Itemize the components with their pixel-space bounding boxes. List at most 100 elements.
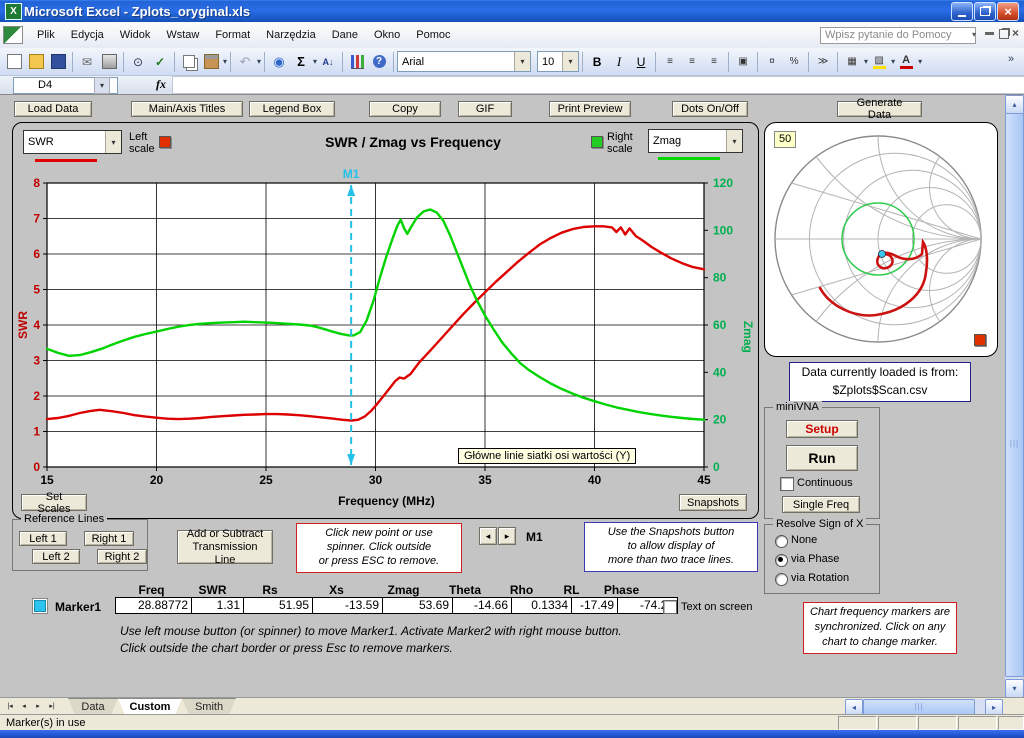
smith-chart[interactable] bbox=[766, 124, 994, 353]
run-button[interactable]: Run bbox=[786, 445, 858, 471]
sheet-tab-smith[interactable]: Smith bbox=[182, 698, 236, 715]
action-button-print-preview[interactable]: Print Preview bbox=[549, 101, 631, 117]
help-dropdown-icon[interactable]: ▾ bbox=[972, 30, 976, 39]
bold-button[interactable]: B bbox=[587, 52, 607, 71]
autosum-icon-dropdown[interactable]: ▾ bbox=[313, 57, 317, 66]
help-question-input[interactable]: Wpisz pytanie do Pomocy bbox=[820, 27, 976, 44]
font-size-dropdown-icon[interactable]: ▾ bbox=[562, 52, 578, 71]
marker-spin-right-button[interactable]: ▸ bbox=[498, 527, 516, 545]
sheet-nav-0[interactable]: |◂ bbox=[3, 699, 17, 713]
formula-input[interactable] bbox=[172, 76, 1024, 94]
borders-button-dropdown[interactable]: ▾ bbox=[864, 57, 868, 66]
borders-button[interactable]: ▦ bbox=[842, 52, 862, 71]
paste-icon[interactable] bbox=[201, 52, 221, 71]
align-right-button[interactable]: ≡ bbox=[704, 52, 724, 71]
percent-button[interactable]: % bbox=[784, 52, 804, 71]
autosum-icon[interactable]: Σ bbox=[291, 52, 311, 71]
smith-marker-dot[interactable] bbox=[879, 251, 886, 258]
font-color-button[interactable]: A bbox=[896, 52, 916, 71]
menu-widok[interactable]: Widok bbox=[112, 25, 159, 45]
reference-left-1-button[interactable]: Left 1 bbox=[19, 531, 67, 546]
marker-spin-left-button[interactable]: ◂ bbox=[479, 527, 497, 545]
reference-right-1-button[interactable]: Right 1 bbox=[84, 531, 134, 546]
smith-chart-panel[interactable]: 50 bbox=[764, 122, 998, 357]
increase-indent-button[interactable]: ≫ bbox=[813, 52, 833, 71]
text-on-screen-checkbox[interactable] bbox=[663, 600, 677, 614]
smith-marker-button[interactable] bbox=[974, 334, 986, 346]
action-button-load-data[interactable]: Load Data bbox=[14, 101, 92, 117]
set-scales-button[interactable]: Set Scales bbox=[21, 494, 87, 511]
align-center-button[interactable]: ≡ bbox=[682, 52, 702, 71]
spellcheck-icon[interactable]: ✓ bbox=[150, 52, 170, 71]
fill-color-button[interactable]: ▨ bbox=[869, 52, 889, 71]
menu-narzdzia[interactable]: Narzędzia bbox=[258, 25, 324, 45]
doc-minimize-icon[interactable] bbox=[985, 32, 994, 35]
menu-format[interactable]: Format bbox=[207, 25, 258, 45]
radio-via-rotation[interactable] bbox=[775, 573, 788, 586]
undo-icon[interactable]: ↶ bbox=[235, 52, 255, 71]
single-freq-button[interactable]: Single Freq bbox=[782, 496, 860, 513]
save-icon[interactable] bbox=[48, 52, 68, 71]
menu-okno[interactable]: Okno bbox=[366, 25, 408, 45]
close-button[interactable]: × bbox=[997, 2, 1019, 21]
chart-wizard-icon[interactable] bbox=[347, 52, 367, 71]
action-button-legend-box[interactable]: Legend Box bbox=[249, 101, 335, 117]
menu-edycja[interactable]: Edycja bbox=[63, 25, 112, 45]
scroll-down-icon[interactable]: ▾ bbox=[1005, 679, 1024, 698]
merge-center-button[interactable]: ▣ bbox=[733, 52, 753, 71]
font-size-select[interactable]: 10 ▾ bbox=[537, 51, 579, 72]
xy-chart[interactable]: 15202530354045012345678020406080100120SW… bbox=[13, 123, 758, 518]
fill-color-button-dropdown[interactable]: ▾ bbox=[891, 57, 895, 66]
menu-pomoc[interactable]: Pomoc bbox=[408, 25, 458, 45]
reference-right-2-button[interactable]: Right 2 bbox=[97, 549, 147, 564]
print-icon[interactable] bbox=[99, 52, 119, 71]
sheet-tab-custom[interactable]: Custom bbox=[118, 698, 182, 715]
vertical-scroll-thumb[interactable]: ||| bbox=[1005, 113, 1024, 677]
paste-icon-dropdown[interactable]: ▾ bbox=[223, 57, 227, 66]
marker1-indicator[interactable] bbox=[32, 598, 48, 614]
hyperlink-icon[interactable]: ◉ bbox=[269, 52, 289, 71]
sort-ascending-icon[interactable]: A↓ bbox=[318, 52, 338, 71]
action-button-generate-data[interactable]: Generate Data bbox=[837, 101, 922, 117]
menu-plik[interactable]: Plik bbox=[29, 25, 63, 45]
restore-button[interactable] bbox=[974, 2, 996, 21]
print-preview-icon[interactable]: ⊙ bbox=[128, 52, 148, 71]
setup-button[interactable]: Setup bbox=[786, 420, 858, 438]
radio-via-phase[interactable] bbox=[775, 554, 788, 567]
new-document-icon[interactable] bbox=[4, 52, 24, 71]
menu-wstaw[interactable]: Wstaw bbox=[158, 25, 207, 45]
open-folder-icon[interactable] bbox=[26, 52, 46, 71]
horizontal-scrollbar[interactable]: ◂ ||| ▸ bbox=[845, 699, 1003, 714]
italic-button[interactable]: I bbox=[609, 52, 629, 71]
font-name-select[interactable]: Arial ▾ bbox=[397, 51, 531, 72]
snapshots-button[interactable]: Snapshots bbox=[679, 494, 747, 511]
sheet-tab-data[interactable]: Data bbox=[68, 698, 118, 715]
fx-icon[interactable]: fx bbox=[156, 77, 166, 92]
action-button-copy[interactable]: Copy bbox=[369, 101, 441, 117]
radio-none[interactable] bbox=[775, 535, 788, 548]
mail-icon[interactable]: ✉ bbox=[77, 52, 97, 71]
undo-icon-dropdown[interactable]: ▾ bbox=[257, 57, 261, 66]
transmission-line-button[interactable]: Add or Subtract Transmission Line bbox=[177, 530, 273, 564]
doc-close-icon[interactable]: × bbox=[1012, 26, 1019, 40]
underline-button[interactable]: U bbox=[631, 52, 651, 71]
vertical-scrollbar[interactable]: ▴ ||| ▾ bbox=[1005, 95, 1023, 697]
minimize-button[interactable] bbox=[951, 2, 973, 21]
align-left-button[interactable]: ≡ bbox=[660, 52, 680, 71]
action-button-main-axis-titles[interactable]: Main/Axis Titles bbox=[131, 101, 243, 117]
menu-dane[interactable]: Dane bbox=[324, 25, 366, 45]
scroll-up-icon[interactable]: ▴ bbox=[1005, 95, 1024, 114]
help-icon[interactable]: ? bbox=[369, 52, 389, 71]
action-button-gif[interactable]: GIF bbox=[458, 101, 512, 117]
reference-left-2-button[interactable]: Left 2 bbox=[32, 549, 80, 564]
copy-icon[interactable] bbox=[179, 52, 199, 71]
doc-restore-icon[interactable] bbox=[999, 29, 1009, 39]
sheet-nav-3[interactable]: ▸| bbox=[45, 699, 59, 713]
toolbar-overflow-icon[interactable]: » bbox=[1008, 53, 1014, 65]
action-button-dots-on-off[interactable]: Dots On/Off bbox=[672, 101, 748, 117]
name-box-dropdown-icon[interactable]: ▾ bbox=[94, 77, 110, 94]
currency-button[interactable]: ¤ bbox=[762, 52, 782, 71]
sheet-nav-1[interactable]: ◂ bbox=[17, 699, 31, 713]
font-color-button-dropdown[interactable]: ▾ bbox=[918, 57, 922, 66]
continuous-checkbox[interactable] bbox=[780, 477, 794, 491]
